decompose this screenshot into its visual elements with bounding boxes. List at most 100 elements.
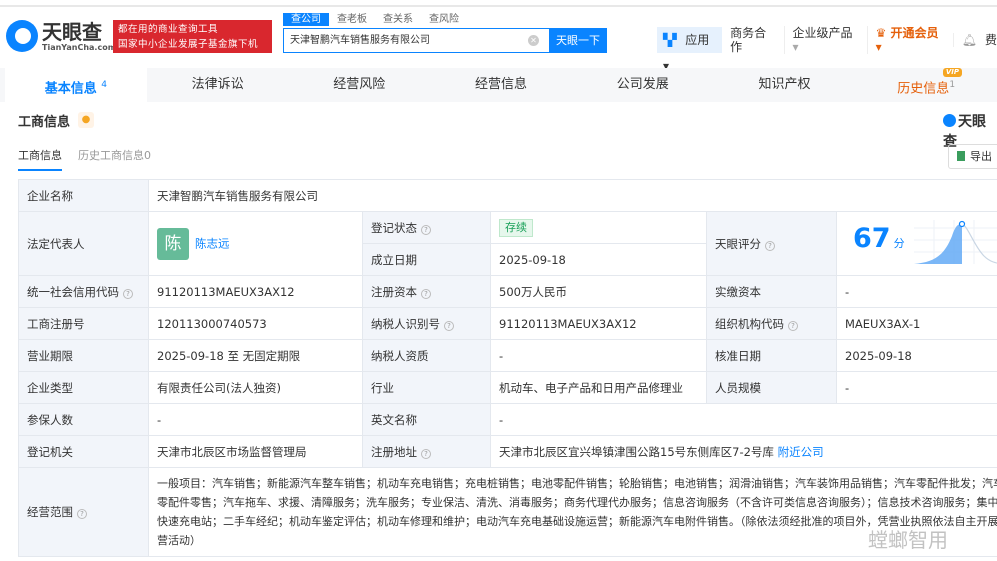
nearby-companies-link[interactable]: 附近公司 — [778, 445, 824, 459]
label: 注册资本 — [371, 284, 417, 299]
label: 登记机关 — [18, 435, 149, 468]
biz-link[interactable]: 商务合作 — [722, 26, 783, 54]
search-tab-risk[interactable]: 查风险 — [421, 13, 467, 26]
bell-icon[interactable]: 🔔︎ — [952, 33, 985, 47]
logo-icon — [943, 114, 956, 127]
label: 经营范围 — [27, 505, 73, 519]
watermark: 螳螂智用 — [868, 528, 948, 552]
label: 组织机构代码 — [715, 316, 784, 331]
crown-icon: ♛ — [875, 26, 887, 40]
label: 法定代表人 — [18, 211, 149, 276]
top-nav: ▚▘ 应用 ▾ 商务合作 企业级产品 ▾ ♛ 开通会员 ▾ 🔔︎ 费 — [657, 26, 997, 73]
search-tab-boss[interactable]: 查老板 — [329, 13, 375, 26]
paid-capital: - — [835, 275, 997, 308]
search-tabs: 查公司 查老板 查关系 查风险 — [283, 13, 467, 26]
tab-legal[interactable]: 法律诉讼 — [147, 68, 289, 102]
app-label: 应用 — [685, 33, 710, 47]
subtab-history-business-info[interactable]: 历史工商信息0 — [78, 147, 151, 171]
label: 天眼评分 — [715, 236, 761, 251]
label: 工商注册号 — [18, 307, 149, 340]
grid-icon: ▚▘ — [663, 33, 682, 47]
enterprise-menu[interactable]: 企业级产品 ▾ — [783, 26, 867, 54]
score-cell: 67 分 — [835, 211, 997, 276]
registration-authority: 天津市北辰区市场监督管理局 — [148, 435, 363, 468]
address-cell: 天津市北辰区宜兴埠镇津围公路15号东侧库区7-2号库 附近公司 — [489, 435, 997, 468]
help-icon[interactable]: ? — [421, 224, 431, 235]
top-divider — [0, 5, 997, 7]
help-icon[interactable]: ? — [421, 448, 431, 459]
label: 英文名称 — [362, 403, 491, 436]
tab-operating-info[interactable]: 经营信息 — [430, 68, 572, 102]
tab-count: 4 — [101, 80, 107, 90]
score-value: 67 分 — [853, 223, 905, 254]
vip-menu[interactable]: ♛ 开通会员 ▾ — [866, 26, 953, 54]
business-info-table: 企业名称 天津智鹏汽车销售服务有限公司 法定代表人 陈陈志远 登记状态? 存续 天… — [18, 179, 997, 557]
vip-badge: VIP — [942, 68, 963, 77]
subtab-business-info[interactable]: 工商信息 — [18, 147, 62, 171]
label-org-code: 组织机构代码? — [706, 307, 837, 340]
label-address: 注册地址? — [362, 435, 491, 468]
main-tabs: 基本信息 4 法律诉讼 经营风险 经营信息 公司发展 知识产权 历史信息1 VIP — [0, 68, 997, 102]
tab-ip[interactable]: 知识产权 — [714, 68, 856, 102]
help-icon[interactable]: ? — [123, 288, 133, 299]
subscribe-bell-icon[interactable]: ● — [78, 112, 94, 128]
section-title: 工商信息 — [18, 115, 71, 130]
legal-rep-link[interactable]: 陈志远 — [195, 236, 230, 250]
business-term: 2025-09-18 至 无固定期限 — [148, 339, 363, 372]
clear-icon[interactable]: ✕ — [528, 35, 539, 46]
reg-status-cell: 存续 — [490, 211, 707, 244]
label: 营业期限 — [18, 339, 149, 372]
vip-label: 开通会员 — [890, 26, 939, 40]
label-scope: 经营范围? — [18, 467, 149, 557]
avatar[interactable]: 陈 — [157, 227, 189, 260]
excel-icon — [957, 151, 965, 161]
score-curve — [961, 222, 997, 264]
tab-history[interactable]: 历史信息1 VIP — [855, 68, 997, 102]
label-reg-status: 登记状态? — [362, 211, 491, 244]
label: 登记状态 — [371, 220, 417, 235]
app-menu[interactable]: ▚▘ 应用 ▾ — [657, 27, 723, 73]
fee-link[interactable]: 费 — [985, 33, 997, 47]
label: 实缴资本 — [706, 275, 837, 308]
logo[interactable]: 天眼查 TianYanCha.com — [6, 20, 116, 52]
slogan-line: 国家中小企业发展子基金旗下机构 — [118, 39, 259, 65]
tab-development[interactable]: 公司发展 — [572, 68, 714, 102]
logo-domain: TianYanCha.com — [42, 42, 117, 52]
export-label: 导出 — [970, 150, 992, 163]
score-number: 67 — [853, 223, 891, 254]
insured-count: - — [148, 403, 363, 436]
search-input[interactable]: 天津智鹏汽车销售服务有限公司 ✕ — [283, 28, 549, 53]
tax-id: 91120113MAEUX3AX12 — [490, 307, 707, 340]
search-tab-relation[interactable]: 查关系 — [375, 13, 421, 26]
org-code: MAEUX3AX-1 — [835, 307, 997, 340]
slogan-line: 都在用的商业查询工具 — [118, 24, 219, 35]
label-credit-code: 统一社会信用代码? — [18, 275, 149, 308]
slogan-banner[interactable]: 都在用的商业查询工具国家中小企业发展子基金旗下机构 — [113, 20, 272, 65]
address: 天津市北辰区宜兴埠镇津围公路15号东侧库区7-2号库 — [499, 444, 774, 459]
search-button[interactable]: 天眼一下 — [549, 28, 607, 53]
label: 企业名称 — [18, 179, 149, 212]
score-unit: 分 — [893, 237, 905, 250]
score-area — [914, 223, 963, 264]
tab-operating-risk[interactable]: 经营风险 — [288, 68, 430, 102]
help-icon[interactable]: ? — [788, 320, 798, 331]
label: 人员规模 — [706, 371, 837, 404]
reg-no: 120113000740573 — [148, 307, 363, 340]
logo-icon — [6, 20, 38, 52]
help-icon[interactable]: ? — [421, 288, 431, 299]
help-icon[interactable]: ? — [77, 509, 87, 519]
help-icon[interactable]: ? — [765, 240, 775, 251]
legal-rep-cell: 陈陈志远 — [148, 211, 363, 276]
tab-basic-info[interactable]: 基本信息 4 — [5, 68, 147, 102]
score-marker — [959, 220, 966, 227]
help-icon[interactable]: ? — [444, 320, 454, 331]
company-type: 有限责任公司(法人独资) — [148, 371, 363, 404]
export-button[interactable]: 导出 — [948, 144, 997, 169]
sub-tabs: 工商信息 历史工商信息0 — [18, 147, 167, 171]
english-name: - — [489, 403, 997, 436]
label: 行业 — [362, 371, 491, 404]
search-tab-company[interactable]: 查公司 — [283, 13, 329, 26]
label: 核准日期 — [706, 339, 837, 372]
label-tax-id: 纳税人识别号? — [362, 307, 491, 340]
label-score: 天眼评分? — [706, 211, 837, 276]
